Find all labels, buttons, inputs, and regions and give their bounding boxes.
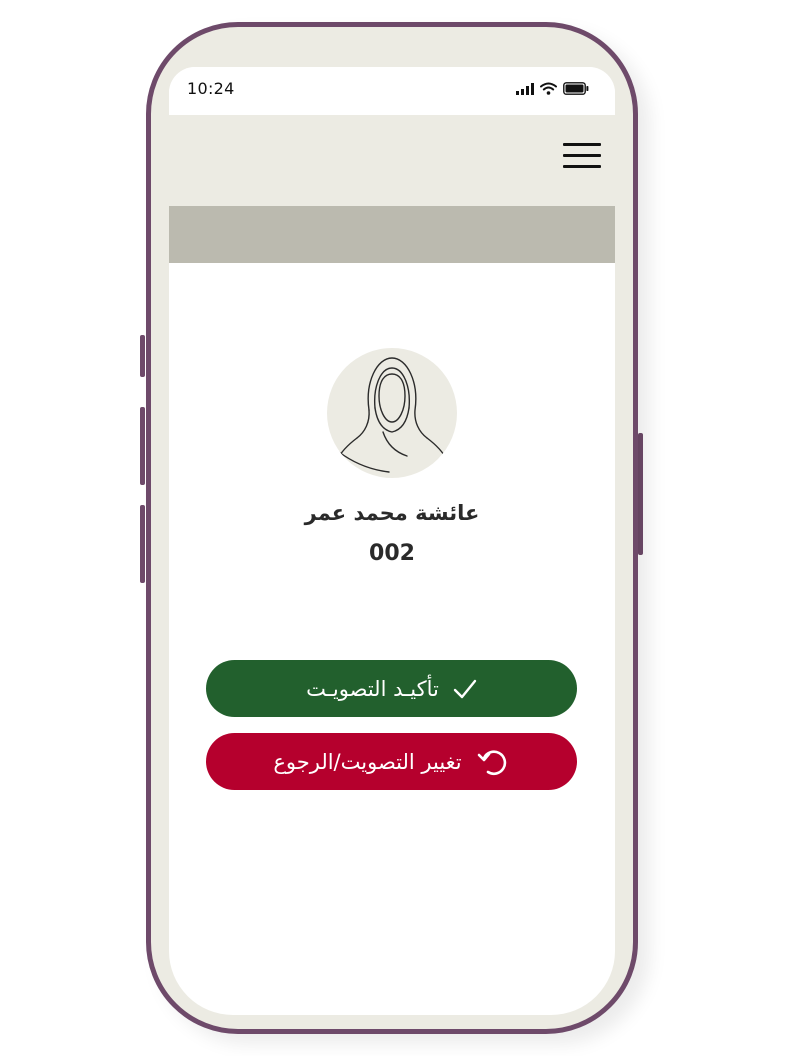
change-vote-label: تغيير التصويت/الرجوع — [273, 749, 462, 774]
header-banner — [169, 206, 615, 263]
hijab-woman-avatar-icon — [327, 348, 457, 478]
status-time: 10:24 — [187, 79, 235, 98]
confirm-vote-label: تأكيـد التصويـت — [306, 676, 439, 701]
status-icons — [516, 82, 589, 95]
power-button — [638, 433, 643, 555]
wifi-icon — [540, 82, 557, 95]
checkmark-icon — [453, 679, 477, 699]
app-header — [169, 115, 615, 206]
voter-number: 002 — [369, 541, 415, 566]
change-vote-button[interactable]: تغيير التصويت/الرجوع — [206, 733, 577, 790]
battery-icon — [563, 82, 589, 95]
app-stage: 10:24 عائشة محمد عمر 002 تأكيـد التصويـت… — [0, 0, 800, 1056]
volume-up-button — [140, 407, 145, 485]
signal-icon — [516, 82, 534, 95]
volume-down-button — [140, 505, 145, 583]
hamburger-menu-icon[interactable] — [563, 141, 601, 171]
voter-name: عائشة محمد عمر — [304, 501, 480, 525]
undo-arrow-icon — [476, 745, 510, 779]
mute-switch — [140, 335, 145, 377]
status-bar: 10:24 — [169, 67, 615, 115]
confirm-vote-button[interactable]: تأكيـد التصويـت — [206, 660, 577, 717]
phone-screen: 10:24 عائشة محمد عمر 002 تأكيـد التصويـت… — [169, 67, 615, 1015]
